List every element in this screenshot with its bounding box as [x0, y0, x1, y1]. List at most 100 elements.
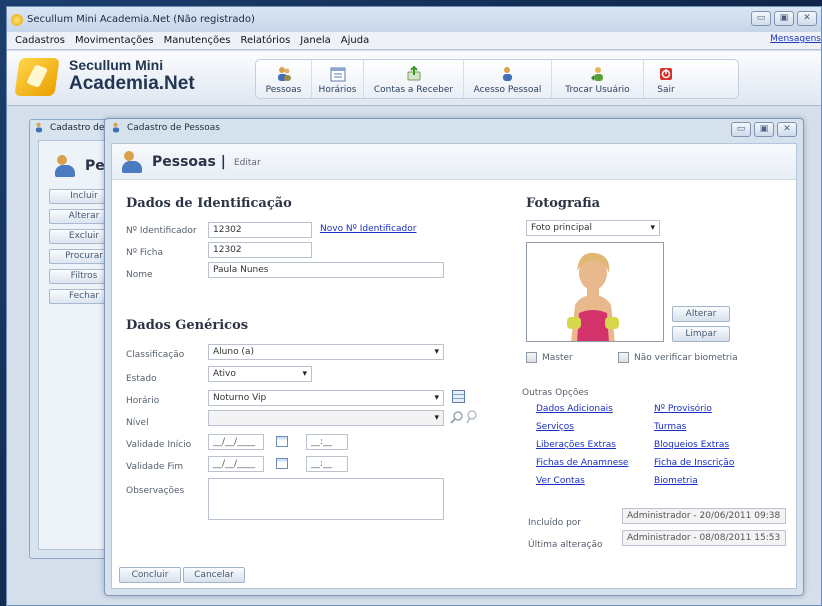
person-photo: [526, 242, 664, 342]
logo-text-line1: Secullum Mini: [69, 57, 164, 73]
identificacao-heading: Dados de Identificação: [126, 196, 292, 211]
toolbar-contas-button[interactable]: Contas a Receber: [364, 60, 464, 98]
observacoes-textarea[interactable]: [208, 478, 444, 520]
schedule-icon: [330, 67, 345, 82]
menu-janela[interactable]: Janela: [295, 35, 335, 46]
nivel-clear-icon[interactable]: [466, 410, 478, 424]
toolbar-trocar-label: Trocar Usuário: [565, 85, 630, 95]
menu-ajuda[interactable]: Ajuda: [336, 35, 374, 46]
cadastro-pessoas-dialog: Cadastro de Pessoas ▭ ▣ ✕ Pessoas | Edit…: [104, 118, 804, 596]
validade-fim-label: Validade Fim: [126, 462, 184, 472]
ver-contas-link[interactable]: Ver Contas: [536, 476, 585, 486]
minimize-button[interactable]: ▭: [751, 11, 771, 26]
master-label: Master: [542, 353, 573, 363]
toolbar-horarios-button[interactable]: Horários: [312, 60, 364, 98]
servicos-link[interactable]: Serviços: [536, 422, 574, 432]
calendar-icon[interactable]: [276, 436, 288, 447]
horario-select[interactable]: Noturno Vip: [208, 390, 444, 406]
validade-fim-date-input[interactable]: __/__/____: [208, 456, 264, 472]
novo-identificador-link[interactable]: Novo Nº Identificador: [320, 224, 416, 234]
concluir-button[interactable]: Concluir: [119, 567, 181, 583]
classificacao-label: Classificação: [126, 350, 185, 360]
toolbar-pessoas-label: Pessoas: [265, 85, 302, 95]
nao-verificar-label: Não verificar biometria: [634, 353, 738, 363]
cancelar-button[interactable]: Cancelar: [183, 567, 245, 583]
people-icon: [277, 67, 291, 81]
toolbar-sair-button[interactable]: Sair: [644, 60, 688, 98]
nivel-search-icon[interactable]: [450, 410, 464, 424]
alteracao-label: Última alteração: [528, 540, 603, 550]
nome-label: Nome: [126, 270, 153, 280]
id-label: Nº Identificador: [126, 226, 197, 236]
toolbar-horarios-label: Horários: [318, 85, 357, 95]
app-icon: [11, 13, 23, 26]
observacoes-label: Observações: [126, 486, 185, 496]
menu-bar: Cadastros Movimentações Manutenções Rela…: [7, 32, 821, 50]
people-icon: [112, 122, 120, 133]
ficha-inscricao-link[interactable]: Ficha de Inscrição: [654, 458, 734, 468]
dialog-title: Cadastro de Pessoas: [127, 122, 220, 133]
access-icon: [502, 67, 512, 81]
toolbar-acesso-label: Acesso Pessoal: [473, 85, 542, 95]
genericos-heading: Dados Genéricos: [126, 318, 249, 333]
menu-manutencoes[interactable]: Manutenções: [159, 35, 236, 46]
ficha-label: Nº Ficha: [126, 248, 164, 258]
logo-text-line2: Academia.Net: [69, 73, 195, 94]
no-provisorio-link[interactable]: Nº Provisório: [654, 404, 712, 414]
incluido-label: Incluído por: [528, 518, 582, 528]
fotografia-heading: Fotografia: [526, 196, 601, 211]
fichas-anamnese-link[interactable]: Fichas de Anamnese: [536, 458, 628, 468]
close-button[interactable]: ✕: [797, 11, 817, 26]
biometria-link[interactable]: Biometria: [654, 476, 698, 486]
validade-inicio-time-input[interactable]: __:__: [306, 434, 348, 450]
dialog-body: Pessoas | Editar Dados de Identificação …: [111, 143, 797, 589]
bloqueios-extras-link[interactable]: Bloqueios Extras: [654, 440, 729, 450]
logo-icon: [14, 58, 60, 96]
menu-relatorios[interactable]: Relatórios: [235, 35, 295, 46]
people-icon: [35, 122, 43, 133]
dialog-minimize-button[interactable]: ▭: [731, 122, 751, 137]
receivable-icon: [407, 66, 420, 81]
maximize-button[interactable]: ▣: [774, 11, 794, 26]
validade-fim-time-input[interactable]: __:__: [306, 456, 348, 472]
ficha-input[interactable]: 12302: [208, 242, 312, 258]
mensagens-link[interactable]: Mensagens: [770, 34, 821, 44]
validade-inicio-date-input[interactable]: __/__/____: [208, 434, 264, 450]
dialog-header-title: Pessoas |: [152, 154, 226, 170]
switch-user-icon: [590, 67, 603, 81]
toolbar-acesso-button[interactable]: Acesso Pessoal: [464, 60, 552, 98]
nome-input[interactable]: Paula Nunes: [208, 262, 444, 278]
classificacao-select[interactable]: Aluno (a): [208, 344, 444, 360]
dialog-maximize-button[interactable]: ▣: [754, 122, 774, 137]
dialog-close-button[interactable]: ✕: [777, 122, 797, 137]
people-icon: [55, 155, 79, 177]
turmas-link[interactable]: Turmas: [654, 422, 686, 432]
horario-grid-icon[interactable]: [452, 390, 465, 403]
estado-select[interactable]: Ativo: [208, 366, 312, 382]
toolbar-trocar-button[interactable]: Trocar Usuário: [552, 60, 644, 98]
dialog-header: Pessoas | Editar: [112, 144, 796, 180]
horario-label: Horário: [126, 396, 160, 406]
dados-adicionais-link[interactable]: Dados Adicionais: [536, 404, 613, 414]
menu-cadastros[interactable]: Cadastros: [10, 35, 70, 46]
foto-select[interactable]: Foto principal: [526, 220, 660, 236]
nivel-label: Nível: [126, 418, 149, 428]
nivel-select[interactable]: [208, 410, 444, 426]
toolbar: Secullum Mini Academia.Net Pessoas Horár…: [7, 51, 821, 106]
master-checkbox[interactable]: [526, 352, 537, 363]
liberacoes-extras-link[interactable]: Liberações Extras: [536, 440, 616, 450]
background-window-title-bar: Cadastro de P: [34, 122, 113, 133]
menu-movimentacoes[interactable]: Movimentações: [70, 35, 159, 46]
nao-verificar-checkbox[interactable]: [618, 352, 629, 363]
exit-icon: [660, 68, 672, 80]
toolbar-pessoas-button[interactable]: Pessoas: [256, 60, 312, 98]
validade-inicio-label: Validade Início: [126, 440, 192, 450]
alterar-foto-button[interactable]: Alterar: [672, 306, 730, 322]
limpar-foto-button[interactable]: Limpar: [672, 326, 730, 342]
incluido-value: Administrador - 20/06/2011 09:38: [622, 508, 786, 524]
toolbar-button-group: Pessoas Horários Contas a Receber Acesso…: [255, 59, 739, 99]
calendar-icon[interactable]: [276, 458, 288, 469]
id-input[interactable]: 12302: [208, 222, 312, 238]
alteracao-value: Administrador - 08/08/2011 15:53: [622, 530, 786, 546]
outras-opcoes-heading: Outras Opções: [522, 388, 589, 398]
